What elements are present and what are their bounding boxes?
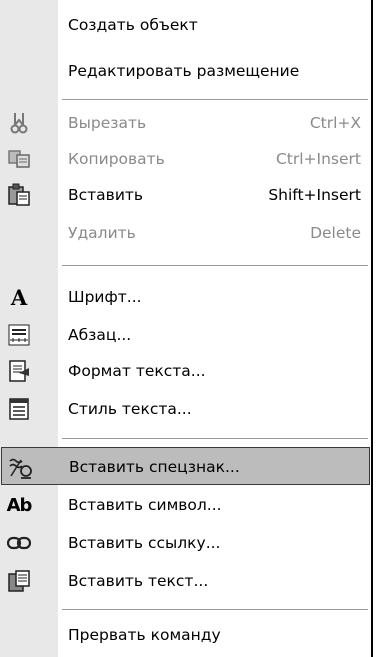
copy-icon xyxy=(6,146,32,172)
menu-item-insert-link[interactable]: Вставить ссылку... xyxy=(0,524,371,562)
menu-item-cut[interactable]: Вырезать Ctrl+X xyxy=(0,104,371,142)
menu-item-label: Вставить символ... xyxy=(68,496,222,514)
menu-item-label: Шрифт... xyxy=(68,288,142,306)
menu-item-insert-symbol[interactable]: Ab Вставить символ... xyxy=(0,486,371,524)
menu-separator xyxy=(62,265,368,267)
symbol-icon: Ab xyxy=(6,494,33,516)
paste-icon xyxy=(6,182,32,208)
menu-item-text-style[interactable]: Стиль текста... xyxy=(0,390,371,428)
special-char-icon xyxy=(8,454,34,480)
menu-item-label: Вставить текст... xyxy=(68,572,209,590)
menu-item-label: Формат текста... xyxy=(68,362,206,380)
menu-item-insert-text[interactable]: Вставить текст... xyxy=(0,562,371,600)
menu-item-label: Вставить ссылку... xyxy=(68,534,221,552)
link-icon xyxy=(6,530,32,556)
menu-item-label: Вырезать xyxy=(68,114,147,132)
menu-item-label: Абзац... xyxy=(68,326,132,344)
scissors-icon xyxy=(6,110,32,136)
text-format-icon xyxy=(6,358,32,384)
menu-item-paste[interactable]: Вставить Shift+Insert xyxy=(0,176,371,214)
menu-item-delete[interactable]: Удалить Delete xyxy=(0,214,371,252)
menu-item-paragraph[interactable]: Абзац... xyxy=(0,316,371,354)
paragraph-icon xyxy=(6,322,32,348)
menu-item-shortcut: Ctrl+X xyxy=(309,114,361,132)
context-menu: Создать объект Редактировать размещение … xyxy=(0,0,373,657)
menu-item-copy[interactable]: Копировать Ctrl+Insert xyxy=(0,140,371,178)
insert-text-icon xyxy=(6,568,32,594)
menu-separator xyxy=(62,99,368,101)
menu-item-create-object[interactable]: Создать объект xyxy=(0,6,371,44)
menu-item-edit-placement[interactable]: Редактировать размещение xyxy=(0,52,371,90)
font-icon: A xyxy=(10,284,28,310)
menu-item-shortcut: Ctrl+Insert xyxy=(275,150,361,168)
menu-item-label: Стиль текста... xyxy=(68,400,192,418)
menu-separator xyxy=(62,609,368,611)
menu-item-cancel-command[interactable]: Прервать команду xyxy=(0,616,371,654)
menu-item-label: Вставить спецзнак... xyxy=(69,458,240,476)
menu-item-shortcut: Delete xyxy=(310,224,361,242)
menu-separator xyxy=(62,438,368,440)
menu-item-label: Вставить xyxy=(68,186,144,204)
menu-item-font[interactable]: A Шрифт... xyxy=(0,278,371,316)
menu-item-label: Редактировать размещение xyxy=(68,62,300,80)
menu-item-label: Создать объект xyxy=(68,16,198,34)
menu-item-label: Копировать xyxy=(68,150,165,168)
text-style-icon xyxy=(6,396,32,422)
menu-item-text-format[interactable]: Формат текста... xyxy=(0,352,371,390)
menu-item-insert-special-char[interactable]: Вставить спецзнак... xyxy=(1,447,370,485)
menu-item-label: Прервать команду xyxy=(68,626,221,644)
menu-item-label: Удалить xyxy=(68,224,136,242)
menu-item-shortcut: Shift+Insert xyxy=(268,186,361,204)
